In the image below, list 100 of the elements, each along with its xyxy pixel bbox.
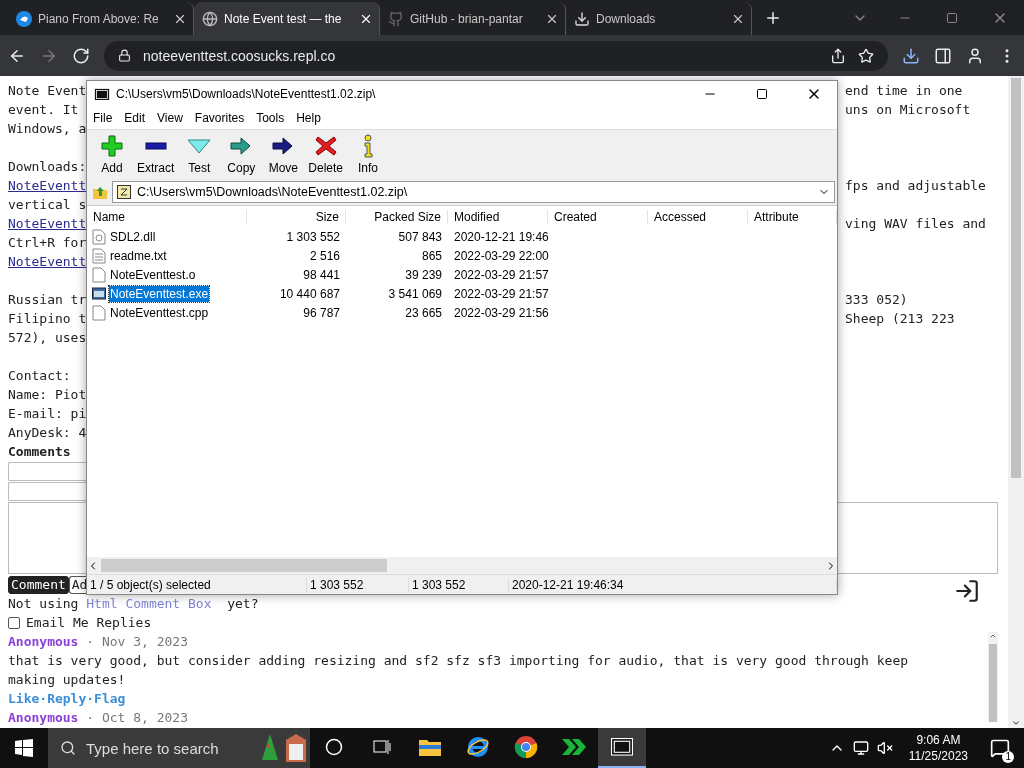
download-link[interactable]: NoteEventt [8, 252, 86, 271]
file-name[interactable]: SDL2.dll [109, 228, 157, 245]
menu-item[interactable]: File [93, 111, 113, 125]
menu-item[interactable]: Edit [124, 111, 146, 125]
side-panel-icon[interactable] [934, 46, 952, 65]
page-text: event. It [8, 101, 80, 119]
chevrons-app-icon[interactable] [561, 738, 587, 756]
column-header[interactable]: Name [87, 209, 247, 224]
taskbar-search[interactable]: Type here to search [48, 728, 310, 768]
comment-text: that is very good, but consider adding resizing and sf2 sfz sf3 importing for audio, that is very good through keep making updates! [8, 652, 910, 689]
file-name[interactable]: NoteEventtest.o [109, 266, 197, 283]
menu-item[interactable]: Favorites [194, 111, 245, 125]
windows-icon[interactable] [15, 739, 33, 757]
star-icon[interactable] [858, 47, 874, 64]
page-text: Windows, a [8, 120, 86, 138]
column-header[interactable]: Modified [448, 209, 548, 224]
table-cell-text: 2 516 [308, 248, 341, 263]
column-header[interactable]: Size [247, 209, 346, 224]
chrome-icon[interactable] [514, 735, 538, 759]
table-cell-text: 1 303 552 [285, 229, 341, 244]
page-text: Filipino t [8, 310, 86, 328]
page-text: Sheep (213 223 [845, 310, 956, 328]
table-cell-text: 2022-03-29 22:00 [453, 248, 548, 263]
lock-icon [118, 49, 131, 62]
menu-item[interactable]: View [157, 111, 183, 125]
tab-title: Downloads [596, 11, 657, 26]
page-text: AnyDesk: 4 [8, 424, 86, 442]
prompt-text: Not using Html Comment Box yet? [8, 595, 259, 613]
path-field[interactable]: C:\Users\vm5\Downloads\NoteEventtest1.02.zip\ [112, 181, 835, 203]
file-name[interactable]: readme.txt [109, 247, 168, 264]
task-view-icon[interactable] [372, 738, 392, 756]
table-cell-text: 2022-03-29 21:57 [453, 286, 548, 301]
column-header[interactable]: Attribute [748, 209, 837, 224]
menu-item[interactable]: Help [296, 111, 321, 125]
toolbar-button[interactable]: Delete [304, 134, 348, 175]
html-comment-box-link[interactable]: Html Comment Box [86, 596, 212, 611]
comment-author[interactable]: Anonymous [8, 632, 79, 651]
scroll-up-icon[interactable] [989, 632, 997, 640]
toolbar-button[interactable]: Add [91, 134, 133, 175]
up-folder-icon[interactable] [92, 184, 108, 200]
reload-icon[interactable] [72, 46, 90, 65]
comment-author[interactable]: Anonymous [8, 708, 79, 727]
scroll-down-icon[interactable] [1011, 718, 1021, 728]
tab-title: Piano From Above: Re [38, 11, 160, 26]
menu-item[interactable]: Tools [256, 111, 285, 125]
table-cell-text: 865 [420, 248, 443, 263]
column-header[interactable]: Accessed [648, 209, 748, 224]
toolbar-button[interactable]: Info [347, 134, 390, 175]
tab-title: Note Event test — the [224, 11, 343, 26]
download-icon[interactable] [902, 46, 920, 65]
file-icon [92, 266, 106, 283]
comments-heading: Comments [8, 443, 72, 461]
share-icon[interactable] [830, 47, 846, 64]
file-name[interactable]: NoteEventtest.cpp [109, 304, 210, 321]
comment-button[interactable]: Comment [8, 575, 69, 594]
network-icon[interactable] [852, 740, 869, 756]
page-text: E-mail: pi [8, 405, 86, 423]
download-icon [574, 10, 590, 27]
cortana-icon[interactable] [325, 738, 343, 756]
table-cell-text: 2022-03-29 21:56 [453, 305, 548, 320]
archive-app-icon [611, 738, 633, 756]
download-link[interactable]: NoteEventt [8, 214, 86, 233]
app-icon [94, 87, 110, 101]
path-text: C:\Users\vm5\Downloads\NoteEventtest1.02.zip\ [137, 185, 409, 199]
page-text: fps and adjustable [845, 177, 987, 195]
toolbar-button[interactable]: Copy [220, 134, 263, 175]
address-bar[interactable]: noteeventtest.coosucks.repl.co [104, 40, 888, 71]
folder-icon[interactable] [418, 737, 442, 757]
tab-title: GitHub - brian-pantar [410, 11, 524, 26]
table-cell-text: 507 843 [397, 229, 443, 244]
toolbar-button[interactable]: Extract [133, 134, 179, 175]
browser-tab[interactable]: Note Event test — the [194, 2, 380, 35]
browser-e-icon[interactable] [466, 735, 490, 759]
toolbar-button[interactable]: Move [262, 134, 305, 175]
piano-icon [16, 10, 32, 27]
table-cell-text: 39 239 [404, 267, 443, 282]
taskbar-app[interactable] [598, 728, 646, 768]
column-header[interactable]: Created [548, 209, 648, 224]
window-title: C:\Users\vm5\Downloads\NoteEventtest1.02.zip\ [116, 87, 377, 101]
clock[interactable]: 9:06 AM 11/25/2023 [900, 732, 976, 764]
plus-icon [99, 134, 125, 158]
file-name[interactable]: NoteEventtest.exe [109, 285, 210, 302]
comments-scrollbar[interactable] [988, 632, 998, 722]
page-text: Contact: [8, 367, 72, 385]
profile-icon[interactable] [966, 46, 984, 65]
page-scrollbar[interactable] [1008, 76, 1024, 728]
page-text: ving WAV files and [845, 215, 987, 233]
comment-date: · Oct 8, 2023 [86, 709, 189, 727]
toolbar-button[interactable]: Test [178, 134, 221, 175]
page-text: Name: Piot [8, 386, 86, 404]
status-text: 1 303 552 [307, 577, 409, 592]
column-header[interactable]: Packed Size [346, 209, 448, 224]
horizontal-scrollbar[interactable] [87, 557, 837, 574]
volume-muted-icon[interactable] [876, 740, 893, 756]
login-icon[interactable] [954, 577, 980, 604]
page-text: Note Event [8, 82, 86, 100]
download-link[interactable]: NoteEventt [8, 176, 86, 195]
maximize-icon[interactable] [756, 88, 768, 100]
checkbox-label: Email Me Replies [26, 614, 152, 632]
email-checkbox[interactable] [8, 616, 20, 629]
